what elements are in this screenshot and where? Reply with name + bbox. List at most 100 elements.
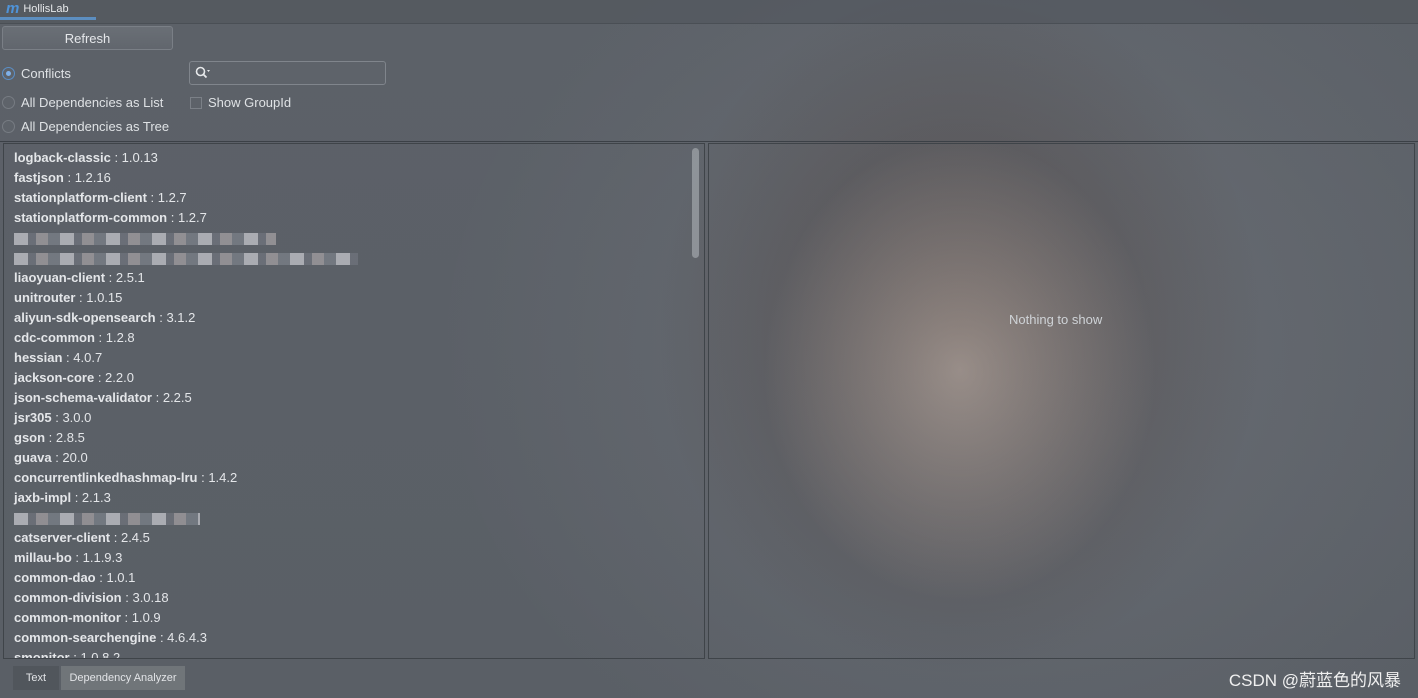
list-item[interactable]: jackson-core : 2.2.0 <box>4 368 704 388</box>
dependency-list-pane[interactable]: logback-classic : 1.0.13 fastjson : 1.2.1… <box>3 143 705 659</box>
redacted-mosaic <box>14 512 200 525</box>
dependency-version: 1.1.9.3 <box>82 550 123 565</box>
list-item[interactable]: logback-classic : 1.0.13 <box>4 148 704 168</box>
separator: : <box>51 410 63 425</box>
dependency-version: 3.0.0 <box>62 410 92 425</box>
dependency-version: 2.2.5 <box>162 390 192 405</box>
separator: : <box>63 170 75 185</box>
list-item[interactable]: common-monitor : 1.0.9 <box>4 608 704 628</box>
radio-all-dependencies-tree[interactable]: All Dependencies as Tree <box>2 119 169 134</box>
dependency-name: logback-classic <box>14 150 111 165</box>
list-item-redacted[interactable] <box>4 228 704 248</box>
separator: : <box>156 630 168 645</box>
list-item[interactable]: jsr305 : 3.0.0 <box>4 408 704 428</box>
radio-label: Conflicts <box>21 66 71 81</box>
watermark: CSDN @蔚蓝色的风暴 <box>1228 671 1401 690</box>
list-item[interactable]: common-searchengine : 4.6.4.3 <box>4 628 704 648</box>
dependency-name: cdc-common <box>14 330 95 345</box>
dependency-version: 2.8.5 <box>55 430 85 445</box>
list-item[interactable]: common-dao : 1.0.1 <box>4 568 704 588</box>
dependency-name: concurrentlinkedhashmap-lru <box>14 470 198 485</box>
separator: : <box>75 290 87 305</box>
list-item-redacted[interactable] <box>4 508 704 528</box>
list-item[interactable]: smonitor : 1.0.8.2 <box>4 648 704 659</box>
empty-state-text: Nothing to show <box>1009 312 1103 327</box>
dependency-version: 4.6.4.3 <box>167 630 207 645</box>
tab-text[interactable]: Text <box>13 666 59 690</box>
dependency-name: jsr305 <box>14 410 52 425</box>
separator: : <box>62 350 74 365</box>
list-item[interactable]: jaxb-impl : 2.1.3 <box>4 488 704 508</box>
radio-icon[interactable] <box>2 120 15 133</box>
dependency-name: common-monitor <box>14 610 121 625</box>
separator: : <box>121 590 133 605</box>
dependency-name: hessian <box>14 350 63 365</box>
tab-hollislab[interactable]: m HollisLab <box>0 0 96 20</box>
dependency-name: jackson-core <box>14 370 95 385</box>
separator: : <box>71 490 82 505</box>
list-item[interactable]: cdc-common : 1.2.8 <box>4 328 704 348</box>
list-item[interactable]: hessian : 4.0.7 <box>4 348 704 368</box>
dependency-name: liaoyuan-client <box>14 270 106 285</box>
list-item[interactable]: common-division : 3.0.18 <box>4 588 704 608</box>
radio-selected-icon[interactable] <box>2 67 15 80</box>
dependency-name: gson <box>14 430 46 445</box>
list-item[interactable]: concurrentlinkedhashmap-lru : 1.4.2 <box>4 468 704 488</box>
redacted-mosaic <box>14 252 358 265</box>
separator: : <box>120 610 132 625</box>
separator: : <box>69 650 81 659</box>
list-item-redacted[interactable] <box>4 248 704 268</box>
dependency-version: 1.0.8.2 <box>80 650 121 659</box>
radio-all-dependencies-list[interactable]: All Dependencies as List <box>2 95 163 110</box>
maven-helper-window: m HollisLab Refresh Conflicts All Depend… <box>0 0 1418 698</box>
dependency-version: 1.0.9 <box>131 610 161 625</box>
dependency-name: fastjson <box>14 170 64 185</box>
list-item[interactable]: gson : 2.8.5 <box>4 428 704 448</box>
refresh-button[interactable]: Refresh <box>2 26 173 50</box>
separator: : <box>51 450 63 465</box>
list-item[interactable]: catserver-client : 2.4.5 <box>4 528 704 548</box>
dependency-version: 1.4.2 <box>208 470 238 485</box>
checkbox-icon[interactable] <box>190 96 202 109</box>
dependency-name: common-division <box>14 590 122 605</box>
list-item[interactable]: json-schema-validator : 2.2.5 <box>4 388 704 408</box>
dependency-name: catserver-client <box>14 530 111 545</box>
dependency-name: aliyun-sdk-opensearch <box>14 310 156 325</box>
radio-conflicts[interactable]: Conflicts <box>2 66 71 81</box>
dependency-version: 4.0.7 <box>73 350 103 365</box>
dependency-version: 1.2.7 <box>157 190 187 205</box>
radio-label: All Dependencies as List <box>21 95 164 110</box>
separator: : <box>155 310 167 325</box>
search-icon[interactable] <box>195 66 211 80</box>
list-item[interactable]: guava : 20.0 <box>4 448 704 468</box>
search-field[interactable] <box>189 61 386 85</box>
dependency-version: 2.5.1 <box>115 270 145 285</box>
radio-icon[interactable] <box>2 96 15 109</box>
vertical-scrollbar[interactable] <box>692 148 699 258</box>
list-item[interactable]: fastjson : 1.2.16 <box>4 168 704 188</box>
list-item[interactable]: millau-bo : 1.1.9.3 <box>4 548 704 568</box>
list-item[interactable]: aliyun-sdk-opensearch : 3.1.2 <box>4 308 704 328</box>
redacted-mosaic <box>14 232 276 245</box>
dependency-name: jaxb-impl <box>14 490 72 505</box>
list-item[interactable]: unitrouter : 1.0.15 <box>4 288 704 308</box>
dependency-name: unitrouter <box>14 290 76 305</box>
list-item[interactable]: liaoyuan-client : 2.5.1 <box>4 268 704 288</box>
dependency-version: 1.0.15 <box>86 290 123 305</box>
dependency-version: 2.1.3 <box>81 490 111 505</box>
separator: : <box>71 550 83 565</box>
show-groupid-checkbox[interactable]: Show GroupId <box>190 95 291 110</box>
dependency-detail-pane[interactable]: Nothing to show <box>708 143 1415 659</box>
search-input[interactable] <box>215 65 379 81</box>
separator: : <box>110 150 122 165</box>
list-item[interactable]: stationplatform-client : 1.2.7 <box>4 188 704 208</box>
tab-dependency-analyzer[interactable]: Dependency Analyzer <box>61 666 185 690</box>
dependency-list[interactable]: logback-classic : 1.0.13 fastjson : 1.2.1… <box>4 144 704 659</box>
separator: : <box>94 370 106 385</box>
dependency-name: smonitor <box>14 650 70 659</box>
dependency-name: guava <box>14 450 52 465</box>
separator: : <box>197 470 209 485</box>
tool-window-tabbar: m HollisLab <box>0 0 1418 24</box>
list-item[interactable]: stationplatform-common : 1.2.7 <box>4 208 704 228</box>
dependency-name: millau-bo <box>14 550 72 565</box>
